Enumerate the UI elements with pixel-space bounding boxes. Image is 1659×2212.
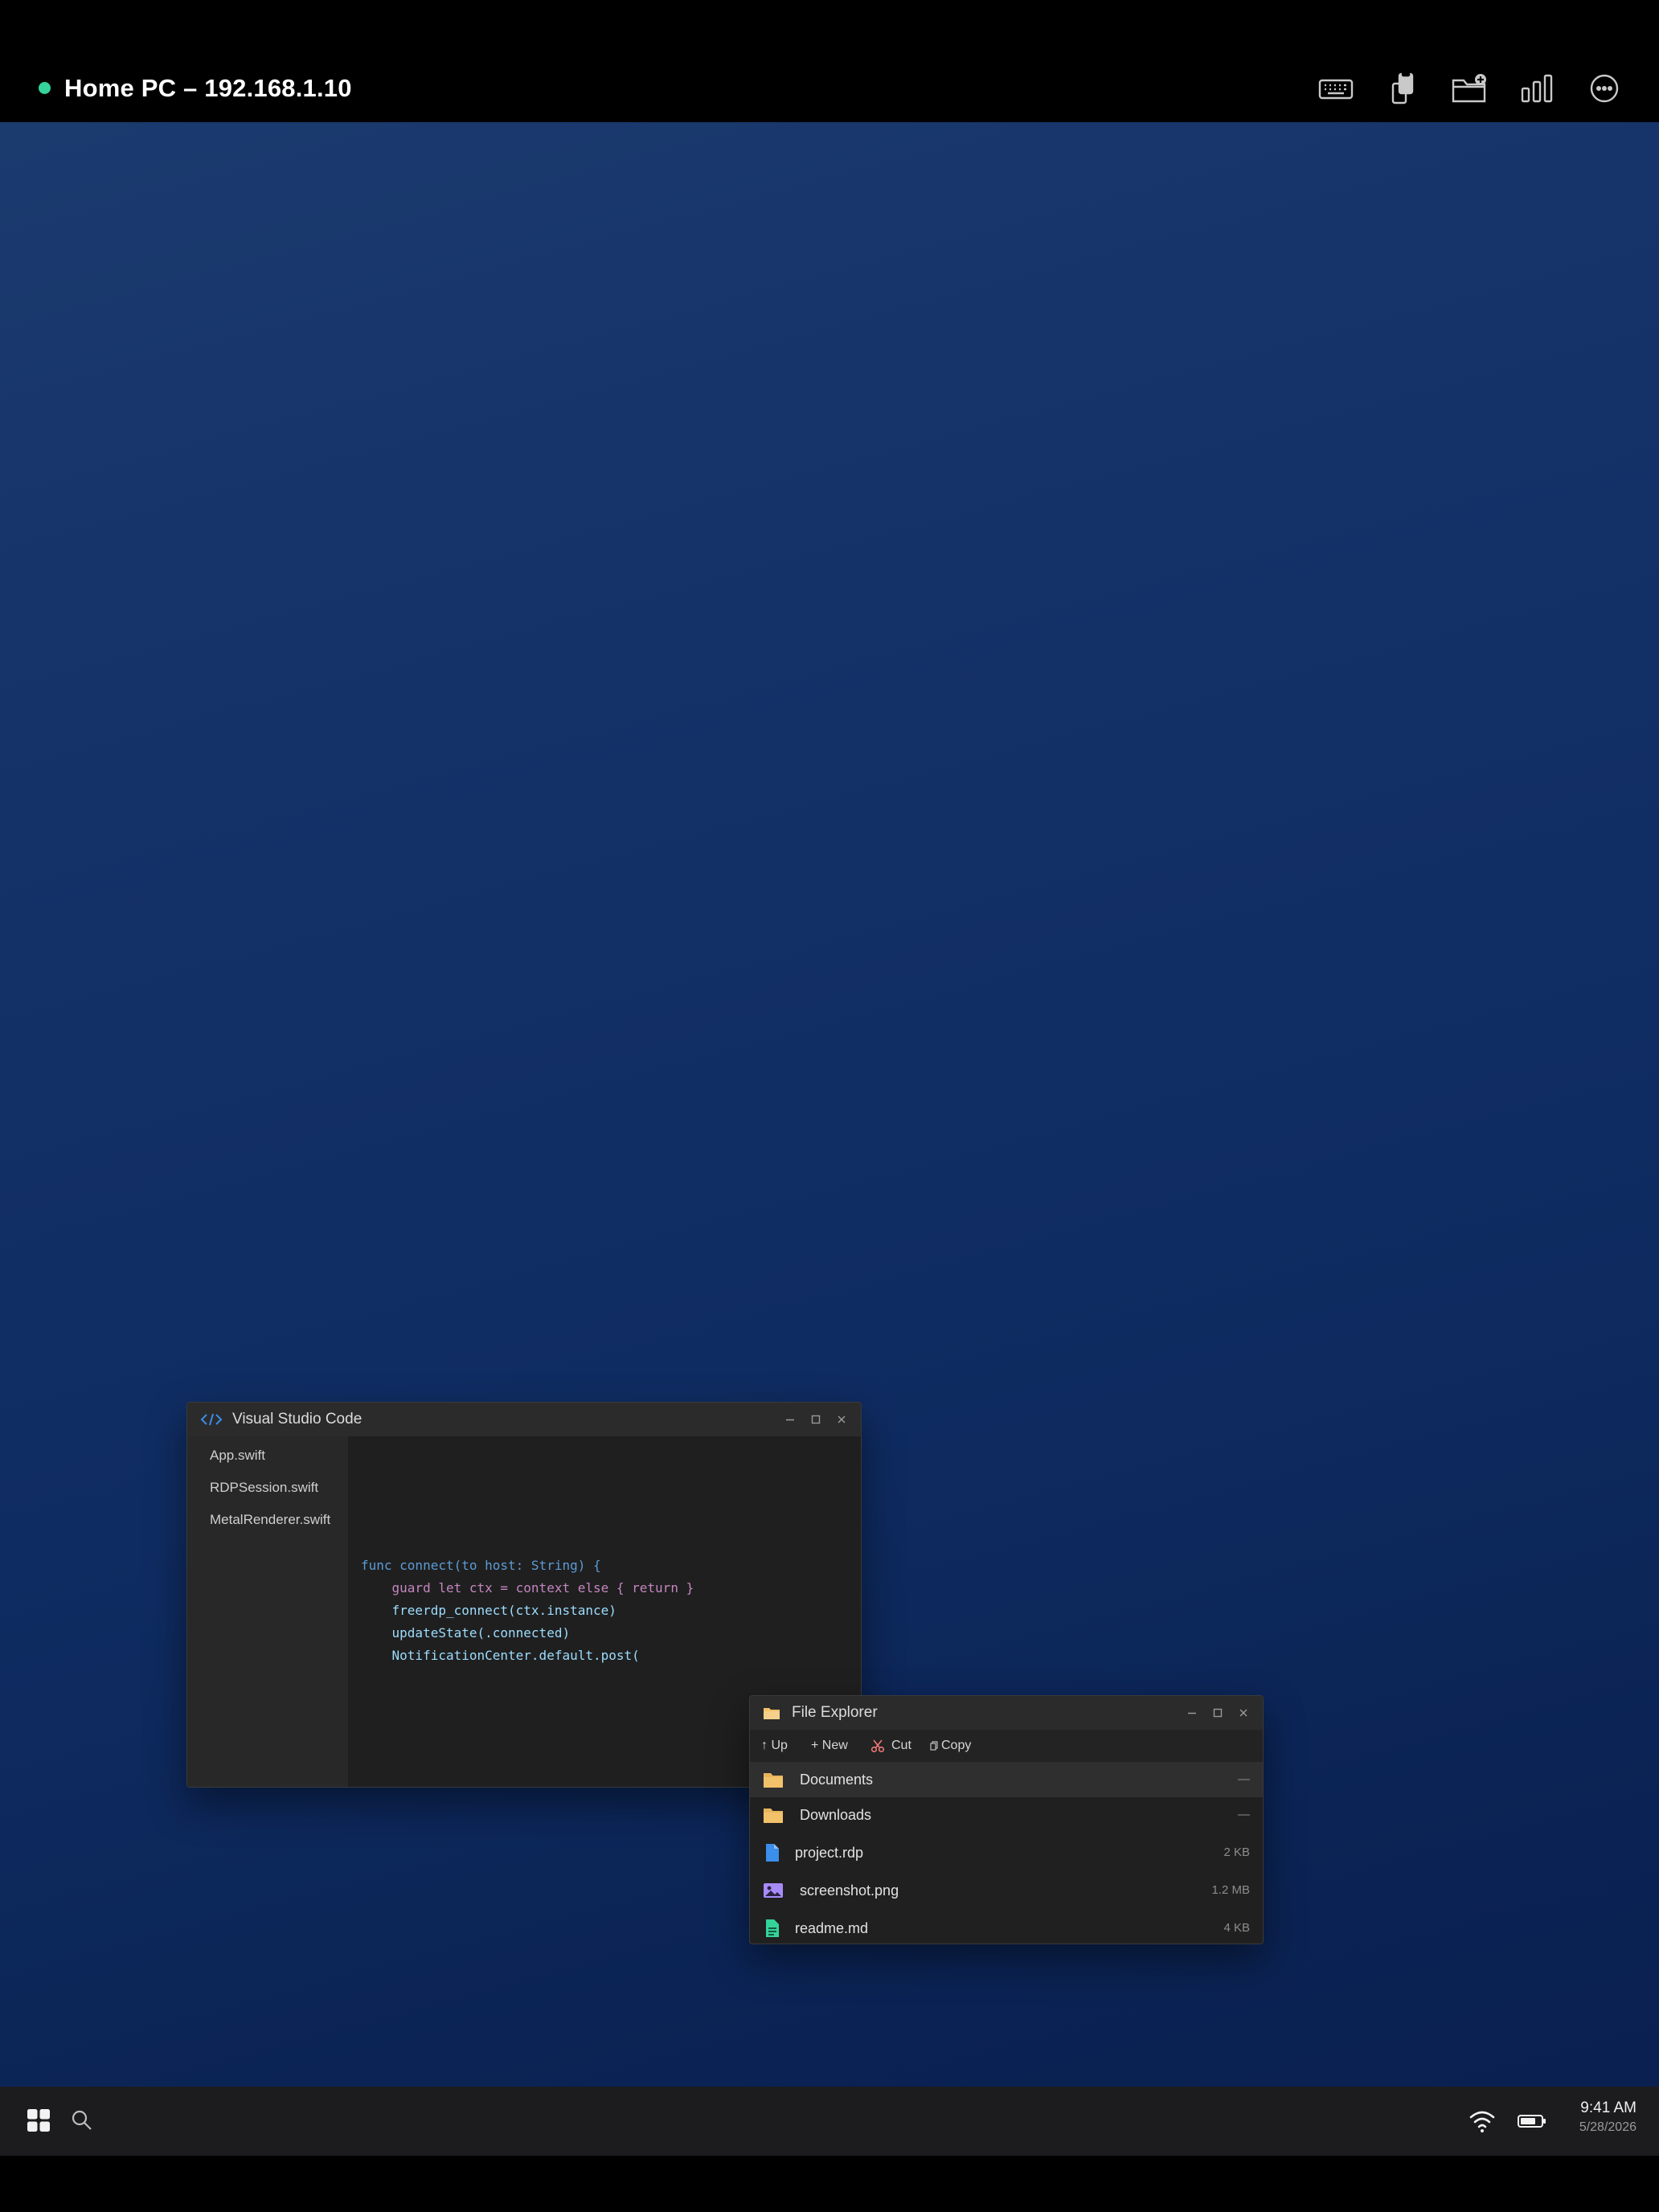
image-icon bbox=[764, 1883, 783, 1898]
list-item-documents[interactable]: Documents — bbox=[750, 1762, 1263, 1797]
file-size: 4 KB bbox=[1223, 1921, 1250, 1935]
vscode-maximize-button[interactable] bbox=[805, 1409, 826, 1430]
clipboard-icon bbox=[1391, 71, 1414, 104]
connection-status-dot bbox=[39, 82, 51, 94]
vscode-titlebar[interactable]: Visual Studio Code bbox=[187, 1403, 861, 1436]
wifi-icon[interactable] bbox=[1468, 2108, 1497, 2135]
explorer-titlebar[interactable]: File Explorer bbox=[750, 1696, 1263, 1730]
bottom-safe-area bbox=[0, 2156, 1659, 2212]
shared-folder-button[interactable] bbox=[1447, 66, 1492, 111]
clock-date[interactable]: 5/28/2026 bbox=[1579, 2120, 1636, 2135]
file-size: — bbox=[1238, 1772, 1250, 1786]
file-name: project.rdp bbox=[795, 1845, 864, 1861]
minimize-icon bbox=[786, 1419, 794, 1421]
close-icon bbox=[1239, 1709, 1247, 1717]
more-icon bbox=[1590, 74, 1619, 103]
cut-label: Cut bbox=[891, 1739, 911, 1752]
file-name: Documents bbox=[800, 1772, 874, 1788]
explorer-title: File Explorer bbox=[792, 1704, 878, 1721]
clock-time[interactable]: 9:41 AM bbox=[1580, 2099, 1636, 2117]
copy-button[interactable]: Copy bbox=[930, 1730, 971, 1762]
close-icon bbox=[838, 1415, 846, 1423]
explorer-toolbar: ↑ Up + New Cut Copy bbox=[750, 1730, 1263, 1762]
sidebar-file-metalrenderer-swift[interactable]: MetalRenderer.swift bbox=[210, 1508, 330, 1532]
file-size: — bbox=[1238, 1808, 1250, 1821]
taskbar: 9:41 AM 5/28/2026 bbox=[0, 2087, 1659, 2156]
explorer-close-button[interactable] bbox=[1233, 1702, 1254, 1723]
scissors-icon bbox=[870, 1739, 885, 1753]
up-button[interactable]: ↑ Up bbox=[761, 1730, 788, 1762]
code-line-2: guard let ctx = context else { return } bbox=[361, 1580, 694, 1596]
file-size: 1.2 MB bbox=[1211, 1883, 1250, 1897]
sidebar-file-rdpsession-swift[interactable]: RDPSession.swift bbox=[210, 1476, 318, 1500]
file-name: Downloads bbox=[800, 1807, 872, 1823]
document-icon bbox=[766, 1919, 779, 1937]
folder-icon bbox=[764, 1773, 783, 1788]
keyboard-icon bbox=[1318, 79, 1354, 100]
code-line-5: NotificationCenter.default.post( bbox=[361, 1648, 640, 1663]
vscode-close-button[interactable] bbox=[831, 1409, 852, 1430]
list-item-downloads[interactable]: Downloads — bbox=[750, 1797, 1263, 1833]
start-icon[interactable] bbox=[26, 2108, 51, 2133]
file-name: readme.md bbox=[795, 1920, 869, 1936]
vscode-file-sidebar: App.swift RDPSession.swift MetalRenderer… bbox=[187, 1436, 348, 1787]
keyboard-button[interactable] bbox=[1313, 66, 1358, 111]
folder-icon bbox=[764, 1708, 780, 1719]
list-item-screenshot-png[interactable]: screenshot.png 1.2 MB bbox=[750, 1873, 1263, 1908]
code-line-3: freerdp_connect(ctx.instance) bbox=[361, 1603, 616, 1618]
vscode-title: Visual Studio Code bbox=[232, 1411, 363, 1428]
screen: Home PC – 192.168.1.10 Visual Studio Cod… bbox=[0, 0, 1659, 2212]
sidebar-file-app-swift[interactable]: App.swift bbox=[210, 1444, 265, 1468]
copy-icon bbox=[930, 1741, 938, 1751]
maximize-icon bbox=[811, 1415, 821, 1424]
code-icon bbox=[200, 1413, 223, 1426]
minimize-icon bbox=[1188, 1712, 1196, 1714]
vscode-minimize-button[interactable] bbox=[780, 1409, 801, 1430]
folder-icon bbox=[764, 1809, 783, 1823]
file-icon bbox=[766, 1844, 779, 1862]
battery-icon[interactable] bbox=[1516, 2109, 1548, 2133]
list-item-readme-md[interactable]: readme.md 4 KB bbox=[750, 1911, 1263, 1944]
list-item-project-rdp[interactable]: project.rdp 2 KB bbox=[750, 1835, 1263, 1870]
maximize-icon bbox=[1213, 1708, 1223, 1718]
code-line-1: func connect(to host: String) { bbox=[361, 1558, 601, 1573]
stats-button[interactable] bbox=[1514, 66, 1559, 111]
explorer-maximize-button[interactable] bbox=[1207, 1702, 1228, 1723]
stats-icon bbox=[1521, 74, 1553, 103]
new-button[interactable]: + New bbox=[811, 1730, 848, 1762]
session-title: Home PC – 192.168.1.10 bbox=[64, 74, 352, 102]
file-size: 2 KB bbox=[1223, 1845, 1250, 1859]
copy-label: Copy bbox=[941, 1739, 972, 1752]
file-name: screenshot.png bbox=[800, 1882, 899, 1899]
code-line-4: updateState(.connected) bbox=[361, 1625, 571, 1641]
more-button[interactable] bbox=[1582, 66, 1627, 111]
remote-session-toolbar: Home PC – 192.168.1.10 bbox=[0, 0, 1659, 122]
shared-folder-icon bbox=[1452, 74, 1486, 103]
file-explorer-window[interactable]: File Explorer ↑ Up + New Cut Copy Docume… bbox=[749, 1695, 1264, 1944]
cut-button[interactable]: Cut bbox=[870, 1730, 911, 1762]
search-icon[interactable] bbox=[69, 2108, 95, 2133]
clipboard-button[interactable] bbox=[1380, 66, 1425, 111]
explorer-minimize-button[interactable] bbox=[1182, 1702, 1202, 1723]
